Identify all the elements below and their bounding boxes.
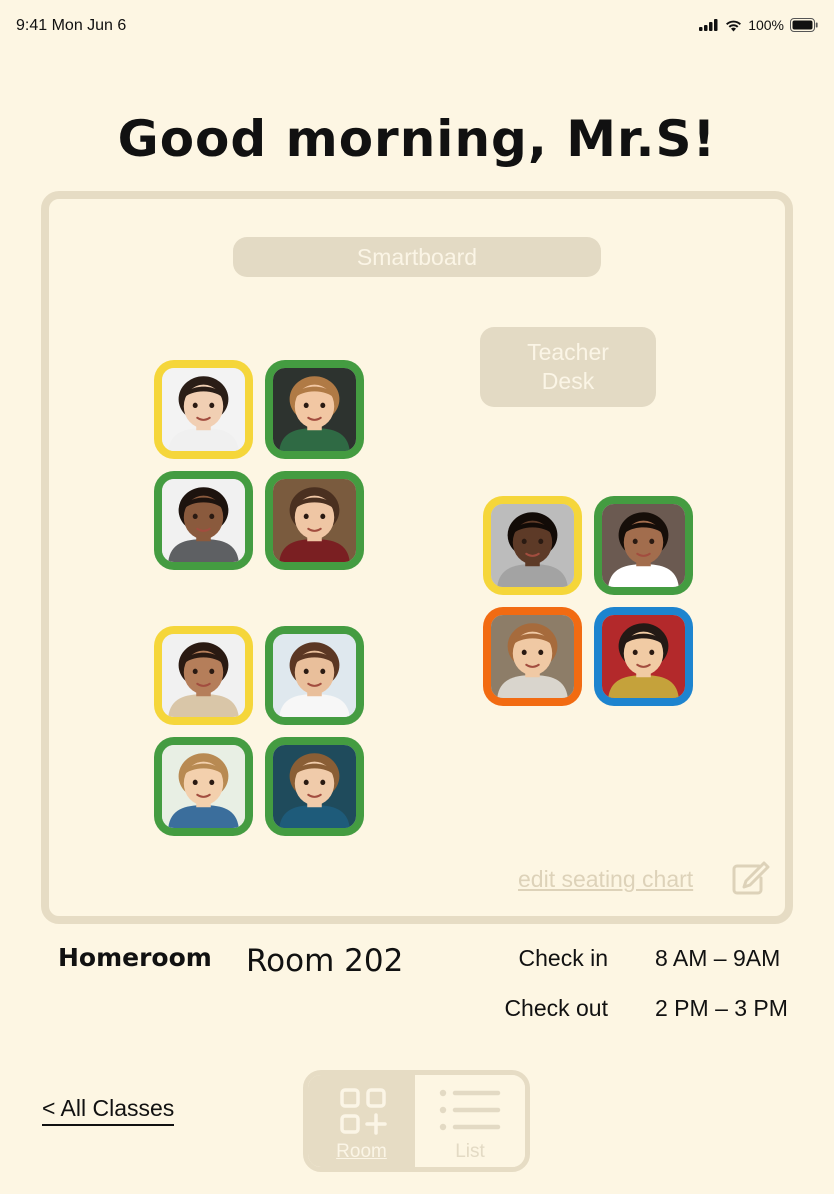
student-avatar xyxy=(273,745,356,828)
student-avatar xyxy=(273,479,356,562)
grid-plus-icon xyxy=(340,1088,387,1135)
student-avatar xyxy=(273,368,356,451)
battery-icon xyxy=(790,18,818,32)
teacher-desk: Teacher Desk xyxy=(480,327,656,407)
check-in-label: Check in xyxy=(518,945,608,971)
all-classes-link[interactable]: < All Classes xyxy=(42,1095,175,1126)
status-bar: 9:41 Mon Jun 6 100% xyxy=(0,0,834,54)
battery-percent: 100% xyxy=(748,17,784,33)
teacher-desk-label: Teacher Desk xyxy=(527,339,609,394)
check-out-time: 2 PM – 3 PM xyxy=(655,995,788,1021)
room-view-tab[interactable]: Room xyxy=(308,1075,415,1167)
student-seat[interactable] xyxy=(483,607,582,706)
student-seat[interactable] xyxy=(265,360,364,459)
student-seat[interactable] xyxy=(594,496,693,595)
list-tab-label: List xyxy=(455,1141,485,1162)
student-seat[interactable] xyxy=(154,737,253,836)
student-avatar xyxy=(162,745,245,828)
room-tab-label: Room xyxy=(336,1141,387,1162)
list-view-tab[interactable]: List xyxy=(415,1075,525,1167)
smartboard: Smartboard xyxy=(233,237,601,277)
greeting-title: Good morning, Mr.S! xyxy=(117,110,717,168)
cellular-signal-icon xyxy=(699,19,718,31)
student-seat[interactable] xyxy=(594,607,693,706)
student-avatar xyxy=(491,615,574,698)
status-indicators: 100% xyxy=(699,17,818,33)
student-seat[interactable] xyxy=(483,496,582,595)
student-seat[interactable] xyxy=(154,360,253,459)
student-seat[interactable] xyxy=(265,737,364,836)
student-avatar xyxy=(162,479,245,562)
student-avatar xyxy=(273,634,356,717)
view-toggle: Room List xyxy=(303,1070,530,1172)
homeroom-label: Homeroom xyxy=(58,943,212,972)
check-out-label: Check out xyxy=(504,995,608,1021)
list-icon xyxy=(439,1089,501,1131)
student-avatar xyxy=(491,504,574,587)
edit-seating-chart-link[interactable]: edit seating chart xyxy=(518,866,693,893)
student-avatar xyxy=(162,368,245,451)
wifi-icon xyxy=(726,20,742,31)
room-number: Room 202 xyxy=(246,943,404,979)
student-avatar xyxy=(162,634,245,717)
student-avatar xyxy=(602,504,685,587)
check-in-time: 8 AM – 9AM xyxy=(655,945,781,971)
student-avatar xyxy=(602,615,685,698)
edit-icon[interactable] xyxy=(731,860,771,896)
student-seat[interactable] xyxy=(265,471,364,570)
student-seat[interactable] xyxy=(265,626,364,725)
student-seat[interactable] xyxy=(154,626,253,725)
status-time: 9:41 Mon Jun 6 xyxy=(16,17,127,34)
student-seat[interactable] xyxy=(154,471,253,570)
